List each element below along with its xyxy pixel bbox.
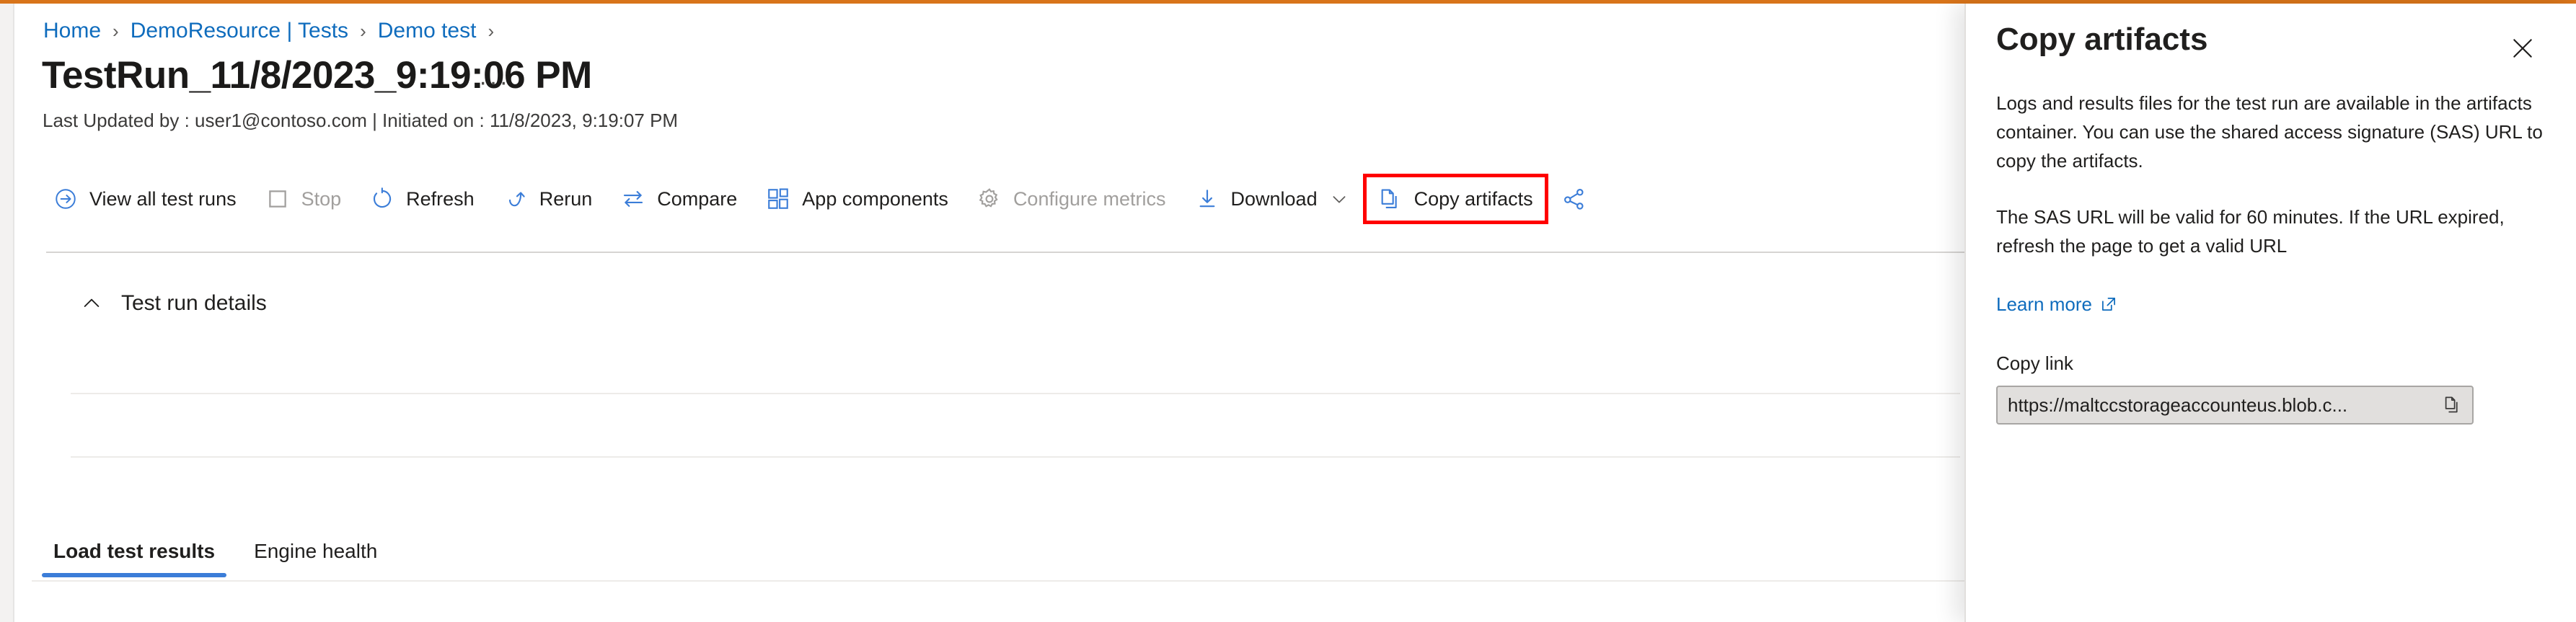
command-label: Download [1231, 187, 1318, 210]
command-label: Compare [657, 187, 737, 210]
panel-body: Logs and results files for the test run … [1966, 89, 2576, 425]
breadcrumb-item-demo-test[interactable]: Demo test [378, 18, 477, 44]
breadcrumb-separator-icon: › [113, 18, 119, 44]
main-content: Home › DemoResource | Tests › Demo test … [16, 4, 1964, 622]
command-bar: View all test runs Stop Refresh [42, 175, 1615, 223]
command-download[interactable]: Download [1183, 177, 1361, 221]
learn-more-link[interactable]: Learn more [1996, 292, 2118, 316]
copy-documents-icon [1378, 187, 1403, 211]
copy-link-value: https://maltccstorageaccounteus.blob.c..… [1998, 394, 2433, 416]
command-rerun[interactable]: Rerun [492, 177, 604, 221]
results-tablist: Load test results Engine health [42, 538, 405, 577]
rerun-icon [503, 187, 528, 211]
table-header-divider [71, 393, 1960, 394]
gear-icon [977, 187, 1002, 211]
test-run-details-section-header[interactable]: Test run details [79, 290, 267, 316]
command-refresh[interactable]: Refresh [358, 177, 486, 221]
command-compare[interactable]: Compare [609, 177, 749, 221]
command-label: Stop [301, 187, 342, 210]
app-components-grid-icon [766, 187, 790, 211]
command-share[interactable] [1551, 177, 1610, 221]
table-row-divider [71, 456, 1960, 458]
external-link-icon [2099, 295, 2118, 314]
page-subtitle: Last Updated by : user1@contoso.com | In… [43, 109, 678, 132]
panel-close-button[interactable] [2505, 31, 2540, 66]
learn-more-label: Learn more [1996, 292, 2092, 316]
command-app-components[interactable]: App components [754, 177, 960, 221]
panel-spacer [1966, 260, 2576, 292]
command-label: Refresh [406, 187, 475, 210]
refresh-icon [370, 187, 394, 211]
breadcrumb-item-demoresource-tests[interactable]: DemoResource | Tests [131, 18, 348, 44]
download-icon [1195, 187, 1219, 211]
panel-spacer [1966, 316, 2576, 351]
chevron-up-icon [79, 291, 104, 316]
tab-label: Load test results [53, 540, 215, 562]
close-icon [2508, 34, 2537, 63]
panel-paragraph-sas-validity: The SAS URL will be valid for 60 minutes… [1966, 203, 2576, 260]
compare-arrows-icon [621, 187, 645, 211]
copy-icon [2442, 394, 2463, 416]
breadcrumb-separator-icon: › [360, 18, 366, 44]
tabs-divider [32, 580, 1964, 582]
command-label: Rerun [539, 187, 593, 210]
panel-spacer [1966, 175, 2576, 203]
chevron-down-icon [1329, 189, 1349, 209]
copy-link-field[interactable]: https://maltccstorageaccounteus.blob.c..… [1996, 386, 2474, 425]
page-root: Home › DemoResource | Tests › Demo test … [0, 0, 2576, 622]
arrow-right-circle-icon [53, 187, 78, 211]
breadcrumb: Home › DemoResource | Tests › Demo test … [43, 18, 506, 44]
command-view-all-test-runs[interactable]: View all test runs [42, 177, 248, 221]
command-stop[interactable]: Stop [254, 177, 353, 221]
command-configure-metrics[interactable]: Configure metrics [966, 177, 1178, 221]
panel-title: Copy artifacts [1996, 19, 2207, 60]
tab-load-test-results[interactable]: Load test results [42, 538, 226, 577]
stop-square-icon [265, 187, 290, 211]
command-copy-artifacts[interactable]: Copy artifacts [1367, 177, 1545, 221]
panel-header: Copy artifacts [1966, 4, 2576, 89]
copy-artifacts-panel: Copy artifacts Logs and results files fo… [1964, 4, 2576, 622]
command-bar-divider [46, 252, 1964, 253]
breadcrumb-separator-icon: › [488, 18, 494, 44]
copy-link-button[interactable] [2433, 387, 2472, 423]
command-label: View all test runs [89, 187, 237, 210]
share-nodes-icon [1562, 187, 1587, 211]
command-label: Configure metrics [1013, 187, 1166, 210]
page-title-more-menu-button[interactable]: ··· [479, 70, 510, 94]
breadcrumb-item-home[interactable]: Home [43, 18, 101, 44]
command-label: App components [802, 187, 948, 210]
tab-label: Engine health [254, 540, 377, 562]
left-rail [0, 4, 14, 622]
section-title: Test run details [121, 290, 267, 316]
tab-engine-health[interactable]: Engine health [242, 538, 389, 577]
copy-link-label: Copy link [1996, 351, 2576, 376]
panel-paragraph-artifacts-info: Logs and results files for the test run … [1966, 89, 2576, 175]
command-label: Copy artifacts [1414, 187, 1533, 210]
